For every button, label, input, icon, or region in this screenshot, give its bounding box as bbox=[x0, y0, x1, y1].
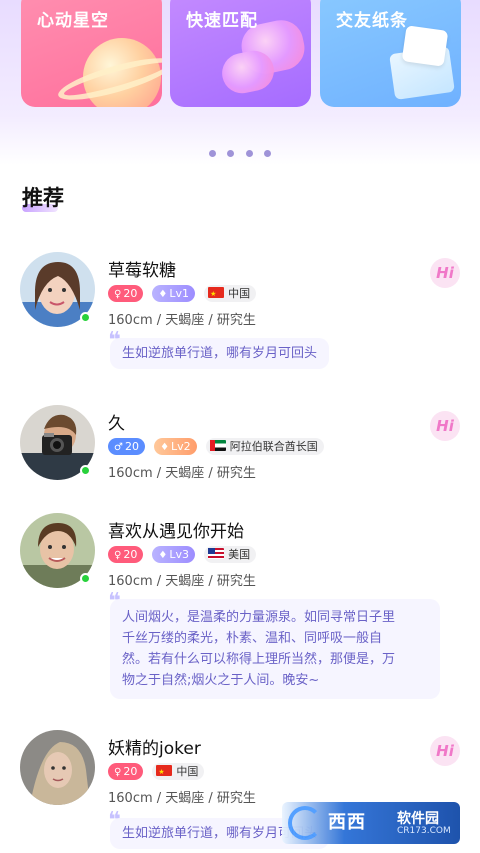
note-icon bbox=[401, 25, 449, 67]
country-badge: 中国 bbox=[152, 763, 205, 781]
user-tags: ♀ 20 ♦ Lv3 美国 bbox=[108, 546, 260, 564]
country-badge: 中国 bbox=[204, 285, 257, 303]
female-icon: ♀ bbox=[114, 289, 122, 300]
country-badge: 阿拉伯联合酋长国 bbox=[205, 438, 324, 455]
online-indicator bbox=[80, 465, 91, 476]
pager-dot bbox=[209, 150, 217, 157]
level-text: Lv2 bbox=[171, 440, 191, 453]
level-badge: ♦ Lv3 bbox=[152, 546, 196, 563]
china-flag-icon bbox=[156, 764, 173, 781]
age-text: 20 bbox=[124, 440, 139, 453]
banner-title: 交友纸条 bbox=[336, 11, 408, 31]
say-hi-button[interactable]: Hi bbox=[430, 258, 460, 288]
level-text: Lv3 bbox=[169, 548, 190, 561]
user-tags: ♀20 中国 bbox=[108, 763, 208, 781]
female-icon: ♀ bbox=[114, 767, 122, 778]
country-badge: 美国 bbox=[204, 546, 257, 563]
user-info: 160cm / 天蝎座 / 研究生 bbox=[108, 313, 256, 328]
user-info: 160cm / 天蝎座 / 研究生 bbox=[108, 791, 256, 806]
user-info: 160cm / 天蝎座 / 研究生 bbox=[108, 466, 256, 481]
pager-dot bbox=[263, 150, 271, 157]
banner-title: 快速匹配 bbox=[186, 11, 258, 31]
pager-dot bbox=[227, 150, 235, 157]
user-name: 草莓软糖 bbox=[108, 261, 176, 281]
level-badge: ♦ Lv1 bbox=[152, 285, 196, 302]
country-text: 中国 bbox=[228, 287, 251, 300]
user-info: 160cm / 天蝎座 / 研究生 bbox=[108, 574, 256, 589]
user-name: 妖精的joker bbox=[108, 739, 201, 759]
male-icon: ♂ bbox=[114, 442, 123, 453]
china-flag-icon bbox=[208, 286, 225, 303]
online-indicator bbox=[80, 312, 91, 323]
banner-title: 心动星空 bbox=[37, 11, 109, 31]
country-text: 中国 bbox=[176, 765, 199, 778]
user-name: 久 bbox=[108, 414, 125, 434]
gender-age-badge: ♂ 20 bbox=[108, 438, 145, 455]
us-flag-icon bbox=[208, 548, 225, 559]
age-text: 20 bbox=[123, 765, 138, 778]
banner-heart-starry-sky[interactable]: 心动星空 bbox=[21, 0, 162, 107]
section-title: 推荐 bbox=[22, 186, 64, 210]
user-tags: ♀20 ♦Lv1 中国 bbox=[108, 285, 260, 303]
online-indicator bbox=[80, 573, 91, 584]
user-bio: 生如逆旅单行道，哪有岁月可回头 bbox=[110, 338, 330, 369]
user-tags: ♂ 20 ♦ Lv2 阿拉伯联合酋长国 bbox=[108, 438, 328, 456]
say-hi-button[interactable]: Hi bbox=[430, 411, 460, 441]
gender-age-badge: ♀ 20 bbox=[108, 763, 144, 780]
level-badge: ♦ Lv2 bbox=[154, 438, 197, 455]
bio-line: 物之于自然;烟火之于人间。晚安~ bbox=[122, 673, 320, 688]
country-text: 美国 bbox=[228, 548, 251, 561]
female-icon: ♀ bbox=[114, 550, 122, 561]
gender-age-badge: ♀ 20 bbox=[108, 546, 144, 563]
pager-dot bbox=[245, 150, 253, 157]
site-watermark: 西西 软件园 CR173.COM bbox=[282, 802, 460, 844]
age-text: 20 bbox=[123, 287, 138, 300]
bio-line: 人间烟火，是温柔的力量源泉。如同寻常日子里 bbox=[122, 610, 396, 625]
say-hi-button[interactable]: Hi bbox=[430, 736, 460, 766]
diamond-icon: ♦ bbox=[158, 289, 168, 300]
banner-quick-match[interactable]: 快速匹配 bbox=[170, 0, 311, 107]
carousel-pager bbox=[0, 142, 480, 161]
age-text: 20 bbox=[123, 548, 138, 561]
banner-friend-note[interactable]: 交友纸条 bbox=[320, 0, 461, 107]
bio-line: 千丝万缕的柔光，朴素、温和、同呼吸一般自 bbox=[122, 631, 383, 646]
user-name: 喜欢从遇见你开始 bbox=[108, 522, 244, 542]
watermark-logo-icon bbox=[288, 806, 322, 840]
country-text: 阿拉伯联合酋长国 bbox=[229, 440, 318, 453]
uae-flag-icon bbox=[209, 440, 226, 451]
user-bio: 人间烟火，是温柔的力量源泉。如同寻常日子里 千丝万缕的柔光，朴素、温和、同呼吸一… bbox=[110, 599, 440, 699]
watermark-brand: 西西 bbox=[328, 812, 366, 833]
avatar[interactable] bbox=[20, 730, 95, 805]
level-text: Lv1 bbox=[169, 287, 190, 300]
watermark-url: CR173.COM bbox=[397, 826, 451, 836]
watermark-site: 软件园 bbox=[397, 811, 439, 827]
gender-age-badge: ♀ 20 bbox=[108, 285, 144, 302]
diamond-icon: ♦ bbox=[160, 442, 170, 453]
diamond-icon: ♦ bbox=[158, 550, 168, 561]
bio-line: 然。若有什么可以称得上理所当然，那便是，万 bbox=[122, 652, 396, 667]
